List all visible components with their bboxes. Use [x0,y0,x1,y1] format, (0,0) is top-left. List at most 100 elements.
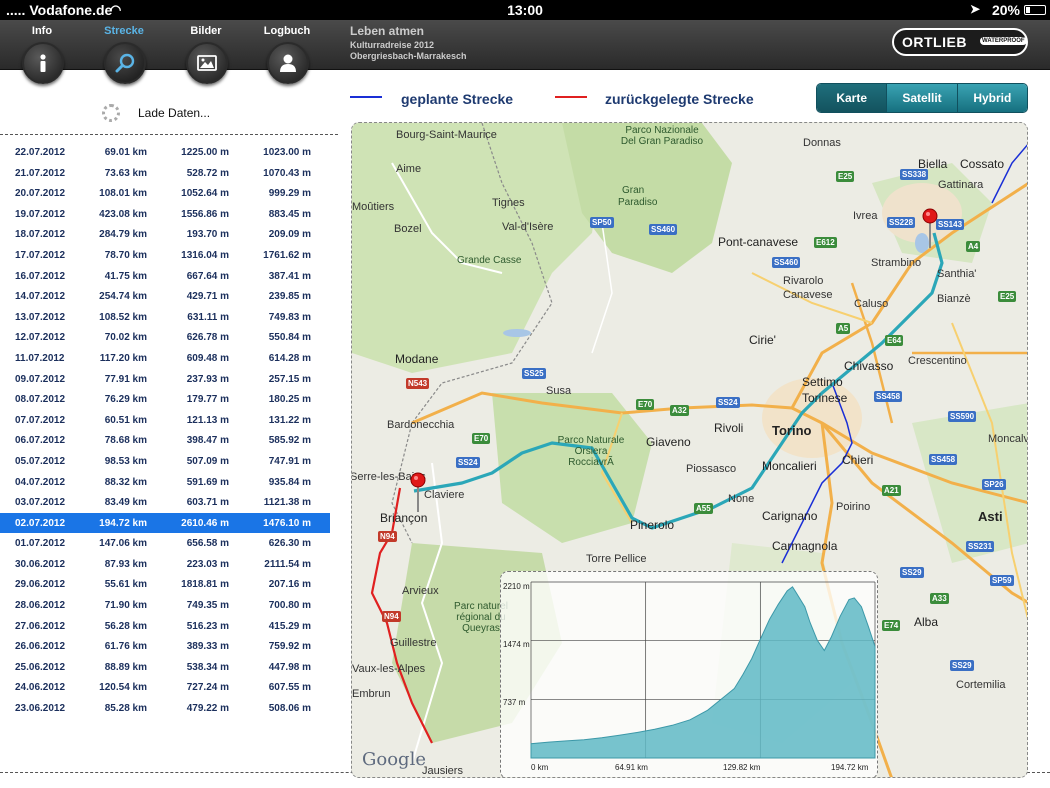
stage-date: 25.06.2012 [15,661,66,673]
stage-row[interactable]: 27.06.2012 56.28 km 516.23 m 415.29 m [0,616,330,637]
start-pin-icon[interactable] [409,472,427,512]
stage-date: 03.07.2012 [15,497,66,509]
stage-row[interactable]: 04.07.2012 88.32 km 591.69 m 935.84 m [0,472,330,493]
map-label: Val-d'Isère [502,221,554,233]
stage-row[interactable]: 21.07.2012 73.63 km 528.72 m 1070.43 m [0,163,330,184]
stage-descent: 207.16 m [268,579,311,591]
stage-ascent: 237.93 m [186,373,229,385]
stage-ascent: 538.34 m [186,661,229,673]
stage-distance: 147.06 km [99,538,147,550]
stage-row[interactable]: 02.07.2012 194.72 km 2610.46 m 1476.10 m [0,512,330,534]
stage-row[interactable]: 22.07.2012 69.01 km 1225.00 m 1023.00 m [0,142,330,163]
tab-info[interactable]: Info [2,20,82,84]
map-type-karte[interactable]: Karte [817,84,888,112]
map-label: Susa [546,385,572,397]
stage-distance: 76.29 km [104,394,147,406]
stage-date: 29.06.2012 [15,579,66,591]
map-label: Ivrea [853,210,878,222]
road-shield: SS458 [874,391,903,402]
map-type-satellit[interactable]: Satellit [887,84,958,112]
map-label: Pont-canavese [718,235,799,249]
map-label: Parco Naturale Orsiera RocciavrÃ [557,435,625,468]
stage-distance: 87.93 km [104,558,147,570]
stage-date: 28.06.2012 [15,600,66,612]
stage-date: 16.07.2012 [15,270,66,282]
stage-row[interactable]: 14.07.2012 254.74 km 429.71 m 239.85 m [0,286,330,307]
stage-row[interactable]: 09.07.2012 77.91 km 237.93 m 257.15 m [0,369,330,390]
stage-row[interactable]: 29.06.2012 55.61 km 1818.81 m 207.16 m [0,574,330,595]
stage-row[interactable]: 01.07.2012 147.06 km 656.58 m 626.30 m [0,533,330,554]
stage-row[interactable]: 13.07.2012 108.52 km 631.11 m 749.83 m [0,307,330,328]
stage-row[interactable]: 24.06.2012 120.54 km 727.24 m 607.55 m [0,677,330,698]
divider [0,134,338,135]
stage-row[interactable]: 26.06.2012 61.76 km 389.33 m 759.92 m [0,636,330,657]
stage-row[interactable]: 16.07.2012 41.75 km 667.64 m 387.41 m [0,266,330,287]
road-shield: SS29 [950,660,974,671]
stage-distance: 69.01 km [104,147,147,158]
tab-logbuch[interactable]: Logbuch [247,20,327,84]
stage-row[interactable]: 30.06.2012 87.93 km 223.03 m 2111.54 m [0,554,330,575]
map-label: Vaux-les-Alpes [352,663,426,675]
stage-row[interactable]: 19.07.2012 423.08 km 1556.86 m 883.45 m [0,204,330,225]
road-shield: SS231 [966,541,995,552]
map-label: Embrun [352,688,391,700]
end-pin-icon[interactable] [921,208,939,248]
tab-logbuch-label: Logbuch [263,25,311,37]
bilder-button[interactable] [186,42,228,84]
tab-bilder[interactable]: Bilder [166,20,246,84]
map-label: Modane [395,352,439,366]
stage-date: 02.07.2012 [15,517,66,529]
location-arrow-icon: ➤ [969,2,980,16]
stage-distance: 85.28 km [104,703,147,715]
map-type-hybrid[interactable]: Hybrid [957,84,1027,112]
map-label: Guillestre [390,637,437,649]
map-label: Aime [396,163,422,175]
stage-date: 01.07.2012 [15,538,66,550]
stage-row[interactable]: 23.06.2012 85.28 km 479.22 m 508.06 m [0,698,330,719]
stage-distance: 61.76 km [104,641,147,653]
stage-ascent: 591.69 m [186,476,229,488]
stage-row[interactable]: 08.07.2012 76.29 km 179.77 m 180.25 m [0,389,330,410]
stage-row[interactable]: 11.07.2012 117.20 km 609.48 m 614.28 m [0,348,330,369]
stage-row[interactable]: 17.07.2012 78.70 km 1316.04 m 1761.62 m [0,245,330,266]
stage-row[interactable]: 06.07.2012 78.68 km 398.47 m 585.92 m [0,430,330,451]
logbuch-button[interactable] [267,42,309,84]
stage-row[interactable]: 20.07.2012 108.01 km 1052.64 m 999.29 m [0,183,330,204]
stage-ascent: 1225.00 m [181,147,229,158]
stage-row[interactable]: 28.06.2012 71.90 km 749.35 m 700.80 m [0,595,330,616]
stage-distance: 194.72 km [99,517,147,529]
stage-descent: 180.25 m [268,394,311,406]
map-label: Bianzè [937,293,971,305]
tab-strecke[interactable]: Strecke [84,20,164,84]
trip-subtitle: Kulturradreise 2012 [350,40,435,50]
stage-descent: 749.83 m [268,311,311,323]
road-shield: SS25 [522,368,546,379]
elevation-profile[interactable]: 2210 m 1474 m 737 m 0 km 64.91 km 129.82… [500,571,878,777]
planned-route-swatch [350,96,382,98]
stage-date: 12.07.2012 [15,332,66,344]
stage-distance: 108.52 km [99,311,147,323]
stage-row[interactable]: 05.07.2012 98.53 km 507.09 m 747.91 m [0,451,330,472]
road-shield: A33 [930,593,949,604]
stage-row[interactable]: 12.07.2012 70.02 km 626.78 m 550.84 m [0,327,330,348]
map-label: Rivoli [714,421,744,435]
stage-row[interactable]: 07.07.2012 60.51 km 121.13 m 131.22 m [0,410,330,431]
stage-date: 27.06.2012 [15,620,66,632]
road-shield: SS338 [900,169,929,180]
stage-row[interactable]: 25.06.2012 88.89 km 538.34 m 447.98 m [0,657,330,678]
tab-strecke-label: Strecke [104,25,144,37]
map-label: Torinese [802,391,848,405]
stage-ascent: 528.72 m [186,167,229,179]
stage-ascent: 1556.86 m [181,208,229,220]
road-shield: SS228 [887,217,916,228]
road-shield: N94 [382,611,401,622]
info-button[interactable] [22,42,64,84]
stage-row[interactable]: 18.07.2012 284.79 km 193.70 m 209.09 m [0,224,330,245]
stage-row[interactable]: 03.07.2012 83.49 km 603.71 m 1121.38 m [0,492,330,513]
map-label: Briançon [380,511,428,525]
trip-title-main: Leben atmen [350,24,425,38]
map-label: Caluso [854,298,889,310]
map-label: Jausiers [422,765,463,777]
strecke-button[interactable] [104,42,146,84]
route-map[interactable]: Bourg-Saint-Maurice Aime Moûtiers Bozel … [351,122,1028,778]
